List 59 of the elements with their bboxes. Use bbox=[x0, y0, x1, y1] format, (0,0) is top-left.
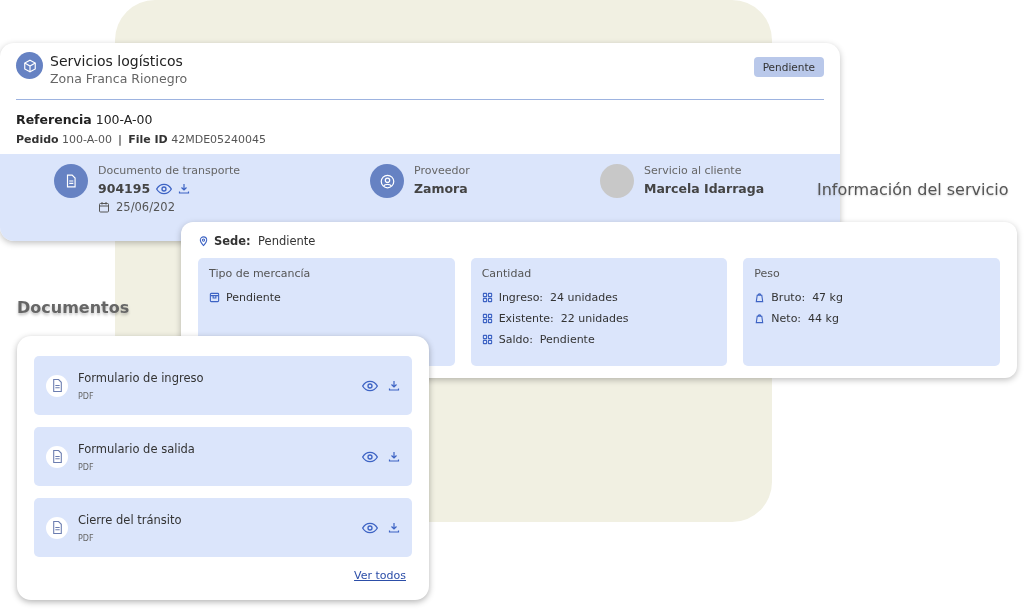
panel-line: Pendiente bbox=[226, 291, 281, 304]
document-type: PDF bbox=[78, 391, 95, 401]
document-name: Formulario de salida bbox=[78, 441, 196, 456]
file-id-text: File ID 42MDE05240045 bbox=[128, 133, 267, 146]
download-icon[interactable] bbox=[388, 521, 400, 534]
panel-title: Tipo de mercancía bbox=[209, 267, 312, 280]
box-icon bbox=[16, 52, 43, 79]
document-name: Formulario de ingreso bbox=[78, 370, 205, 385]
file-icon bbox=[46, 516, 68, 539]
reference-text: Referencia 100-A-00 bbox=[15, 111, 154, 127]
panel-line: Saldo: Pendiente bbox=[498, 333, 595, 346]
document-item[interactable]: Cierre del tránsito PDF bbox=[34, 498, 412, 557]
file-icon bbox=[46, 374, 68, 397]
document-number: 904195 bbox=[98, 181, 151, 196]
document-item[interactable]: Formulario de salida PDF bbox=[34, 427, 412, 486]
separator: | bbox=[118, 133, 123, 146]
section-heading: Información del servicio bbox=[817, 180, 1009, 199]
download-icon[interactable] bbox=[388, 450, 400, 463]
site-text: Sede: Pendiente bbox=[214, 234, 316, 248]
file-icon bbox=[46, 445, 68, 468]
card-title: Servicios logísticos bbox=[50, 52, 184, 70]
panel-line: Ingreso: 24 unidades bbox=[498, 291, 618, 304]
panel-title: Peso bbox=[754, 267, 781, 280]
see-all-link[interactable]: Ver todos bbox=[354, 569, 406, 582]
section-heading: Documentos bbox=[17, 298, 130, 317]
document-item[interactable]: Formulario de ingreso PDF bbox=[34, 356, 412, 415]
field-label: Servicio al cliente bbox=[644, 164, 743, 177]
order-text: Pedido 100-A-00 bbox=[16, 133, 113, 146]
supplier-name: Zamora bbox=[414, 181, 469, 196]
panel-title: Cantidad bbox=[481, 267, 533, 280]
document-type: PDF bbox=[78, 533, 95, 543]
document-name: Cierre del tránsito bbox=[78, 512, 183, 527]
package-icon bbox=[209, 292, 220, 303]
view-icon[interactable] bbox=[362, 450, 378, 463]
calendar-icon bbox=[98, 201, 110, 213]
date-text: 25/06/202 bbox=[116, 200, 175, 214]
download-icon[interactable] bbox=[388, 379, 400, 392]
field-label: Proveedor bbox=[414, 164, 470, 177]
avatar bbox=[600, 164, 634, 198]
panel-line: Bruto: 47 kg bbox=[771, 291, 843, 304]
view-icon[interactable] bbox=[362, 379, 378, 392]
panel-line: Neto: 44 kg bbox=[771, 312, 839, 325]
panel-line: Existente: 22 unidades bbox=[498, 312, 629, 325]
agent-name: Marcela Idarraga bbox=[644, 181, 765, 196]
document-type: PDF bbox=[78, 462, 95, 472]
weight-icon bbox=[754, 292, 766, 303]
view-icon[interactable] bbox=[362, 521, 378, 534]
status-badge: Pendiente bbox=[753, 57, 824, 77]
grid-icon bbox=[481, 313, 493, 324]
user-icon bbox=[370, 164, 404, 198]
grid-icon bbox=[481, 292, 493, 303]
weight-icon bbox=[754, 313, 766, 324]
view-icon[interactable] bbox=[156, 182, 173, 195]
location-pin-icon bbox=[198, 235, 209, 247]
card-subtitle: Zona Franca Rionegro bbox=[50, 70, 189, 88]
field-label: Documento de transporte bbox=[98, 164, 241, 177]
grid-icon bbox=[481, 334, 493, 345]
download-icon[interactable] bbox=[178, 182, 191, 195]
document-icon bbox=[54, 164, 88, 198]
